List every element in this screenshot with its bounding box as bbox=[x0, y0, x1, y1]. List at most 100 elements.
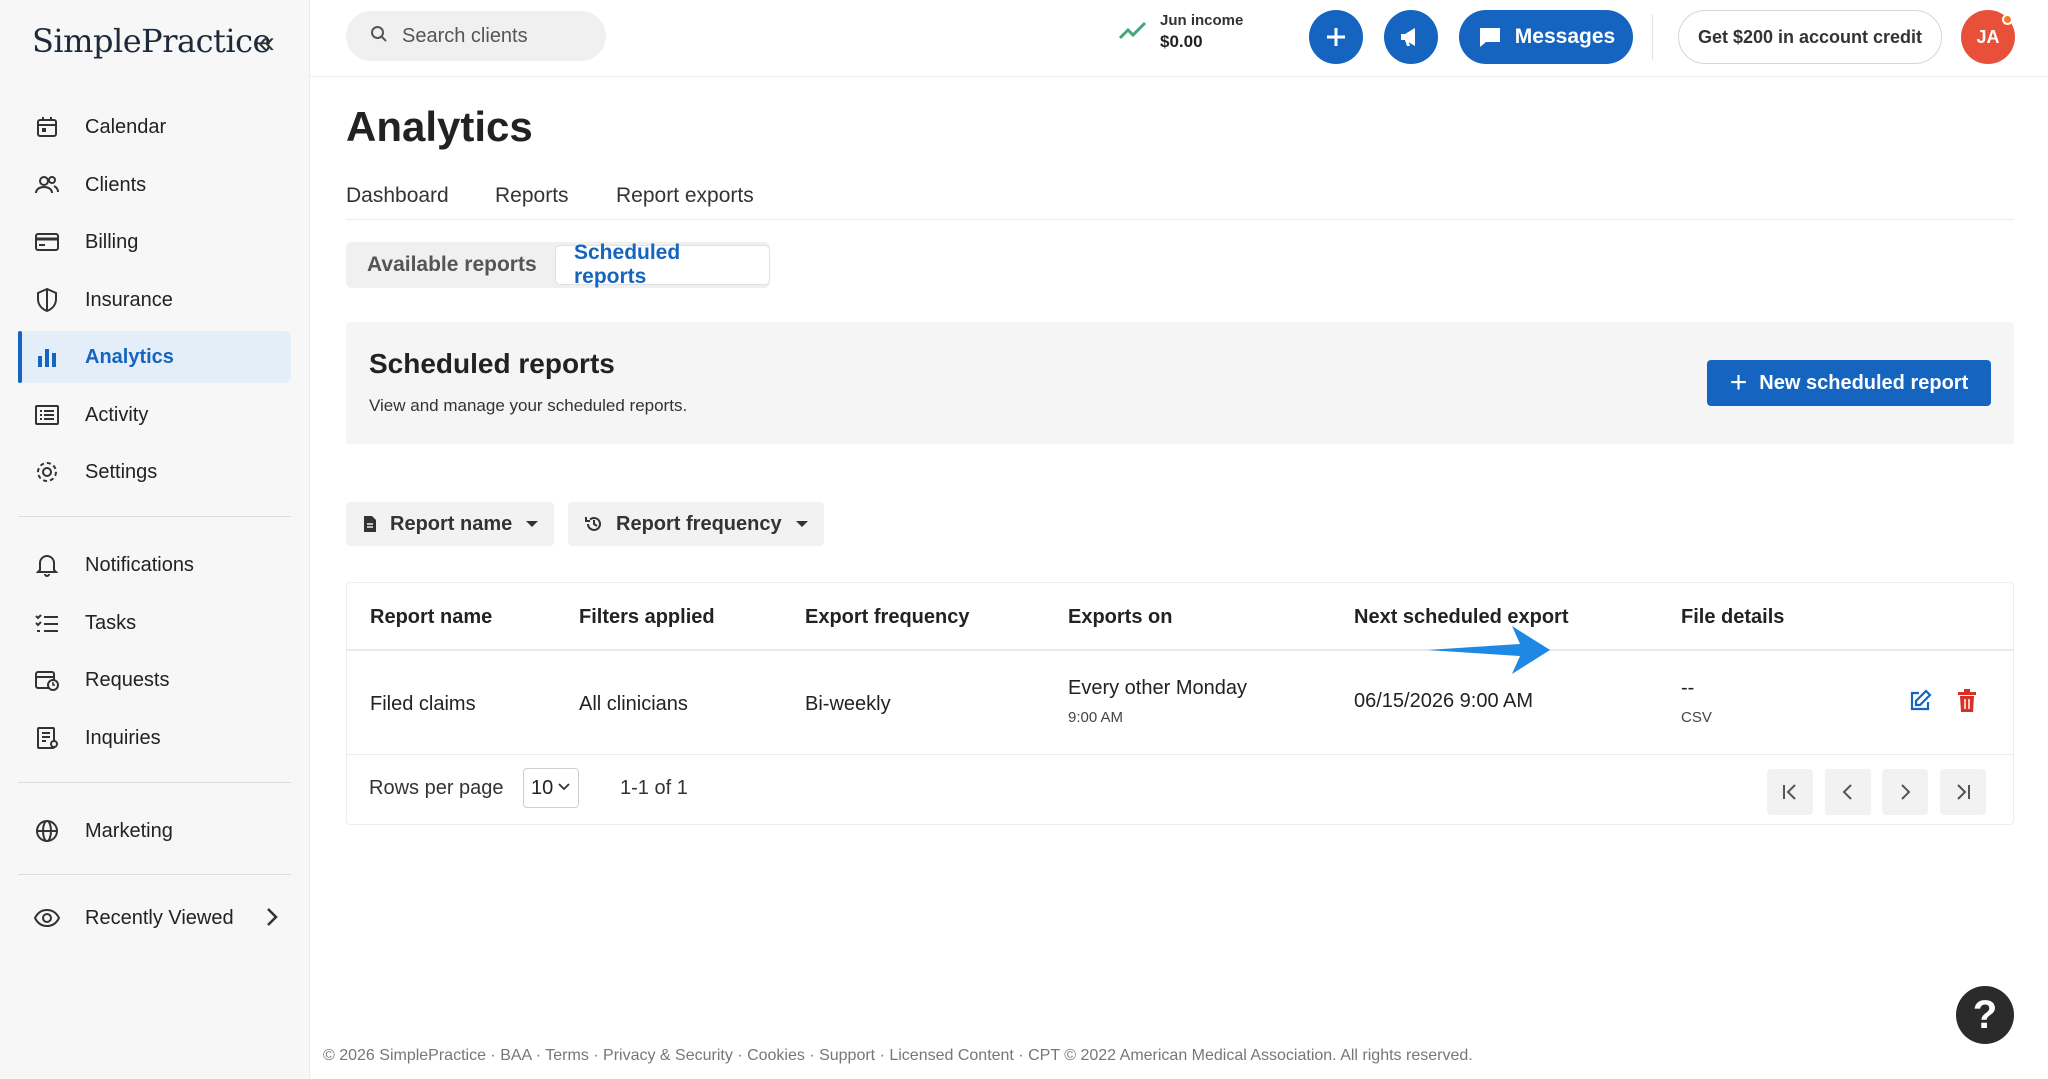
last-page-icon bbox=[1957, 784, 1970, 800]
column-header: File details bbox=[1681, 606, 1785, 628]
segment-scheduled-reports[interactable]: Scheduled reports bbox=[555, 241, 770, 288]
scheduled-reports-table: Report name Filters applied Export frequ… bbox=[346, 582, 2014, 825]
sidebar-item-insurance[interactable]: Insurance bbox=[18, 274, 291, 326]
help-button[interactable]: ? bbox=[1956, 986, 2014, 1044]
rows-per-page-label: Rows per page bbox=[369, 777, 504, 799]
avatar[interactable]: JA bbox=[1961, 10, 2015, 64]
gear-icon bbox=[32, 457, 62, 487]
document-icon bbox=[32, 723, 62, 753]
trend-up-icon bbox=[1118, 19, 1148, 46]
sidebar-item-requests[interactable]: Requests bbox=[18, 654, 291, 706]
column-header: Export frequency bbox=[805, 606, 970, 628]
search-icon bbox=[370, 25, 388, 48]
account-credit-button[interactable]: Get $200 in account credit bbox=[1678, 10, 1942, 64]
arrow-pointer-icon bbox=[1428, 618, 1552, 693]
caret-down-icon bbox=[795, 521, 808, 527]
search-box[interactable] bbox=[346, 11, 606, 61]
bar-chart-icon bbox=[32, 342, 62, 372]
sidebar-item-billing[interactable]: Billing bbox=[18, 216, 291, 268]
segment-available-reports[interactable]: Available reports bbox=[349, 245, 555, 285]
column-header: Exports on bbox=[1068, 606, 1173, 628]
report-name-filter[interactable]: Report name bbox=[346, 502, 555, 546]
next-page-button[interactable] bbox=[1882, 769, 1928, 815]
tab-report-exports[interactable]: Report exports bbox=[616, 184, 754, 208]
main-tabs: Dashboard Reports Report exports bbox=[346, 180, 2014, 220]
checklist-icon bbox=[32, 608, 62, 638]
plus-icon bbox=[1327, 28, 1345, 46]
filter-label: Report frequency bbox=[616, 512, 782, 535]
chevron-right-icon bbox=[265, 906, 279, 933]
income-value: $0.00 bbox=[1160, 32, 1203, 51]
announcements-button[interactable] bbox=[1384, 10, 1438, 64]
rows-per-page-value: 10 bbox=[531, 776, 554, 799]
add-button[interactable] bbox=[1309, 10, 1363, 64]
sidebar-divider bbox=[18, 782, 291, 783]
cell-exports-on-time: 9:00 AM bbox=[1068, 709, 1124, 726]
previous-page-button[interactable] bbox=[1825, 769, 1871, 815]
sidebar-item-label: Settings bbox=[85, 460, 158, 483]
sidebar-divider bbox=[18, 516, 291, 517]
section-subtitle: View and manage your scheduled reports. bbox=[369, 396, 688, 415]
sidebar-item-calendar[interactable]: Calendar bbox=[18, 101, 291, 153]
new-scheduled-report-label: New scheduled report bbox=[1759, 371, 1969, 394]
sidebar-item-settings[interactable]: Settings bbox=[18, 446, 291, 498]
sidebar-item-label: Calendar bbox=[85, 115, 167, 138]
last-page-button[interactable] bbox=[1940, 769, 1986, 815]
report-type-toggle: Available reports Scheduled reports bbox=[346, 241, 770, 288]
pagination-range: 1-1 of 1 bbox=[620, 777, 688, 799]
tab-reports[interactable]: Reports bbox=[495, 184, 569, 208]
collapse-sidebar-icon[interactable]: « bbox=[258, 28, 275, 58]
sidebar-item-label: Insurance bbox=[85, 288, 173, 311]
rows-per-page-select[interactable]: 10 bbox=[523, 768, 579, 808]
notification-dot bbox=[2002, 14, 2013, 25]
sidebar-item-recently-viewed[interactable]: Recently Viewed bbox=[18, 892, 291, 944]
sidebar-item-label: Marketing bbox=[85, 819, 173, 842]
history-icon bbox=[585, 516, 601, 531]
cell-file-details: -- bbox=[1681, 677, 1695, 699]
sidebar-item-notifications[interactable]: Notifications bbox=[18, 539, 291, 591]
sidebar-item-marketing[interactable]: Marketing bbox=[18, 805, 291, 857]
tab-dashboard[interactable]: Dashboard bbox=[346, 184, 449, 208]
income-summary[interactable]: Jun income $0.00 bbox=[1118, 12, 1243, 52]
search-input[interactable] bbox=[402, 24, 592, 48]
report-frequency-filter[interactable]: Report frequency bbox=[568, 502, 824, 546]
sidebar-item-label: Analytics bbox=[85, 345, 174, 368]
footer-links[interactable]: © 2026 SimplePractice · BAA · Terms · Pr… bbox=[323, 1047, 1473, 1065]
caret-down-icon bbox=[526, 521, 539, 527]
cell-next-export: 06/15/2026 9:00 AM bbox=[1354, 690, 1534, 712]
sidebar-item-label: Activity bbox=[85, 403, 149, 426]
sidebar-item-inquiries[interactable]: Inquiries bbox=[18, 712, 291, 764]
topbar-divider bbox=[1652, 14, 1653, 60]
topbar: Jun income $0.00 Messages Get $200 in ac… bbox=[310, 0, 2048, 77]
users-icon bbox=[32, 170, 62, 200]
sidebar-item-clients[interactable]: Clients bbox=[18, 159, 291, 211]
chevron-right-icon bbox=[1901, 784, 1911, 800]
messages-button[interactable]: Messages bbox=[1459, 10, 1633, 64]
table-row: Filed claims All clinicians Bi-weekly Ev… bbox=[347, 653, 2013, 755]
sidebar-item-tasks[interactable]: Tasks bbox=[18, 597, 291, 649]
shield-icon bbox=[32, 285, 62, 315]
new-scheduled-report-button[interactable]: + New scheduled report bbox=[1707, 360, 1991, 406]
sidebar-item-label: Billing bbox=[85, 230, 139, 253]
chevron-down-icon bbox=[558, 783, 570, 791]
megaphone-icon bbox=[1401, 28, 1415, 46]
chevron-left-icon bbox=[1842, 784, 1852, 800]
bell-icon bbox=[32, 550, 62, 580]
credit-card-icon bbox=[32, 227, 62, 257]
first-page-icon bbox=[1783, 784, 1796, 800]
edit-icon[interactable] bbox=[1908, 689, 1932, 718]
sidebar-item-label: Tasks bbox=[85, 611, 137, 634]
logo[interactable]: SimplePractice bbox=[32, 22, 271, 60]
sidebar-item-label: Notifications bbox=[85, 553, 194, 576]
calendar-clock-icon bbox=[32, 665, 62, 695]
sidebar-item-label: Inquiries bbox=[85, 726, 161, 749]
column-header: Report name bbox=[370, 606, 493, 628]
pagination-bar: Rows per page 10 1-1 of 1 bbox=[347, 755, 2013, 825]
cell-report-name: Filed claims bbox=[370, 693, 476, 715]
sidebar-item-activity[interactable]: Activity bbox=[18, 389, 291, 441]
sidebar-item-analytics[interactable]: Analytics bbox=[18, 331, 291, 383]
scheduled-reports-header: Scheduled reports View and manage your s… bbox=[346, 322, 2014, 444]
first-page-button[interactable] bbox=[1767, 769, 1813, 815]
sidebar-item-label: Requests bbox=[85, 668, 170, 691]
trash-icon[interactable] bbox=[1956, 689, 1978, 718]
